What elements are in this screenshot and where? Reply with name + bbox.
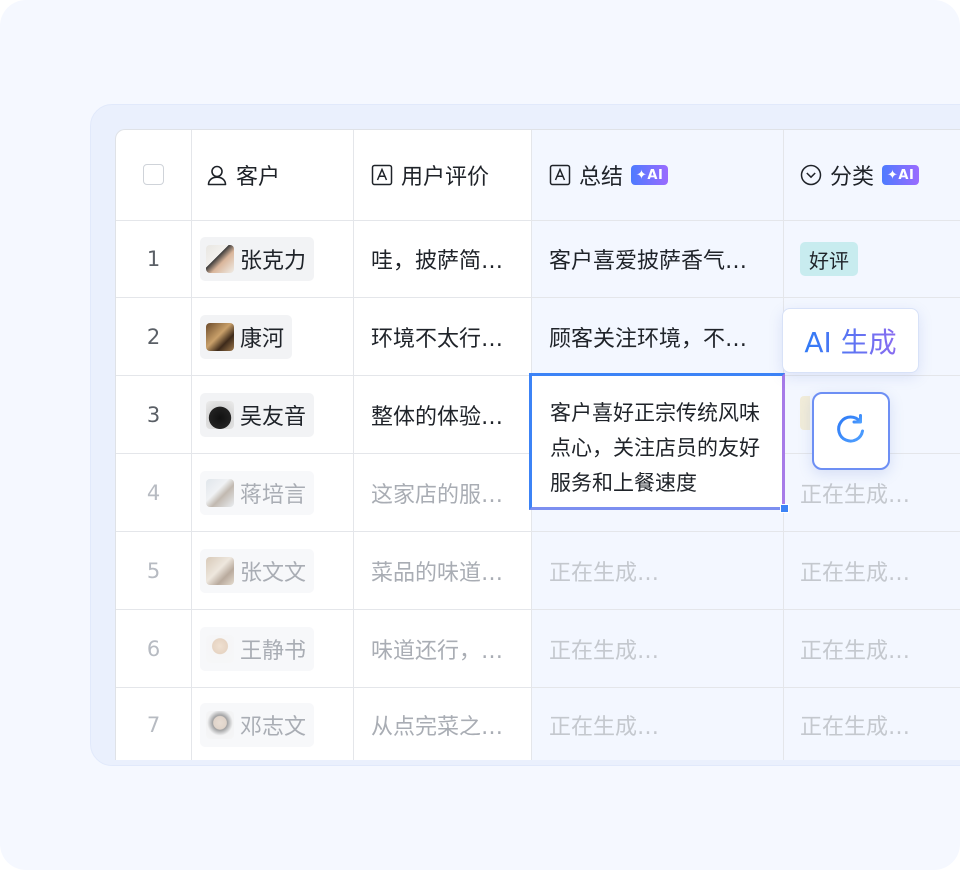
customer-name: 蒋培言: [240, 482, 307, 508]
person-chip[interactable]: 王静书: [200, 626, 315, 671]
category-cell-generating: 正在生成…: [800, 560, 911, 586]
avatar: [206, 322, 234, 351]
table-row-customer[interactable]: 邓志文: [200, 688, 315, 760]
review-cell[interactable]: 整体的体验…: [371, 376, 521, 453]
category-tag-partial: [800, 396, 810, 430]
row-number: 2: [146, 324, 161, 349]
table-row-customer[interactable]: 康河: [200, 298, 293, 375]
review-cell[interactable]: 哇，披萨简…: [371, 221, 521, 297]
customer-name: 王静书: [240, 638, 307, 664]
person-chip[interactable]: 邓志文: [200, 702, 315, 747]
selected-summary-cell[interactable]: 客户喜好正宗传统风味点心，关注店员的友好服务和上餐速度: [529, 373, 785, 510]
table-row-customer[interactable]: 蒋培言: [200, 454, 315, 531]
header-customer[interactable]: 客户: [206, 130, 280, 220]
refresh-icon: [833, 411, 869, 451]
customer-name: 康河: [240, 326, 285, 352]
person-chip[interactable]: 张克力: [200, 237, 315, 281]
header-summary-label: 总结: [579, 165, 624, 190]
summary-cell-generating: 正在生成…: [549, 714, 660, 740]
customer-name: 张文文: [240, 560, 307, 586]
customer-name: 张克力: [240, 249, 307, 274]
header-category[interactable]: 分类 ✦AI: [800, 130, 920, 220]
avatar: [206, 556, 234, 585]
customer-name: 邓志文: [240, 714, 307, 740]
regenerate-button[interactable]: [812, 392, 890, 470]
table-row-customer[interactable]: 张文文: [200, 532, 315, 609]
ai-generate-label: AI 生成: [804, 321, 896, 361]
category-tag: 好评: [800, 242, 858, 276]
ai-badge: ✦AI: [631, 165, 669, 185]
header-summary[interactable]: 总结 ✦AI: [549, 130, 669, 220]
review-cell[interactable]: 味道还行，…: [371, 610, 521, 687]
person-chip[interactable]: 吴友音: [200, 392, 315, 437]
table-row-customer[interactable]: 张克力: [200, 221, 315, 297]
review-cell[interactable]: 这家店的服…: [371, 454, 521, 531]
row-number: 4: [146, 480, 161, 505]
row-number: 3: [146, 402, 161, 427]
summary-expanded-text: 客户喜好正宗传统风味点心，关注店员的友好服务和上餐速度: [550, 401, 760, 495]
review-cell[interactable]: 环境不太行…: [371, 298, 521, 375]
person-chip[interactable]: 蒋培言: [200, 470, 315, 515]
ai-generate-button[interactable]: AI 生成: [782, 308, 919, 373]
person-icon: [206, 164, 228, 186]
person-chip[interactable]: 康河: [200, 314, 293, 359]
review-cell[interactable]: 从点完菜之…: [371, 688, 521, 760]
avatar: [206, 400, 234, 429]
summary-cell[interactable]: 顾客关注环境，不…: [549, 298, 774, 375]
header-customer-label: 客户: [236, 165, 281, 190]
row-number: 7: [146, 712, 161, 737]
person-chip[interactable]: 张文文: [200, 548, 315, 593]
ai-badge: ✦AI: [882, 165, 920, 185]
avatar: [206, 478, 234, 507]
avatar: [206, 245, 234, 273]
row-number: 1: [146, 247, 161, 271]
category-cell-generating: 正在生成…: [800, 714, 911, 740]
header-category-label: 分类: [830, 165, 875, 190]
header-review[interactable]: 用户评价: [371, 130, 489, 220]
row-number: 6: [146, 636, 161, 661]
summary-cell[interactable]: 客户喜爱披萨香气…: [549, 221, 774, 297]
dropdown-circle-icon: [800, 164, 822, 186]
fill-handle[interactable]: [780, 504, 789, 513]
summary-cell-generating: 正在生成…: [549, 638, 660, 664]
select-all-checkbox[interactable]: [143, 164, 164, 185]
review-cell[interactable]: 菜品的味道…: [371, 532, 521, 609]
table-row-customer[interactable]: 王静书: [200, 610, 315, 687]
category-cell[interactable]: 好评: [800, 221, 858, 297]
text-field-icon: [371, 164, 393, 186]
avatar: [206, 710, 234, 739]
avatar: [206, 634, 234, 663]
text-field-icon: [549, 164, 571, 186]
category-cell-generating: 正在生成…: [800, 638, 911, 664]
row-number: 5: [146, 558, 161, 583]
header-review-label: 用户评价: [401, 165, 490, 190]
table-row-customer[interactable]: 吴友音: [200, 376, 315, 453]
summary-cell-generating: 正在生成…: [549, 560, 660, 586]
customer-name: 吴友音: [240, 404, 307, 430]
